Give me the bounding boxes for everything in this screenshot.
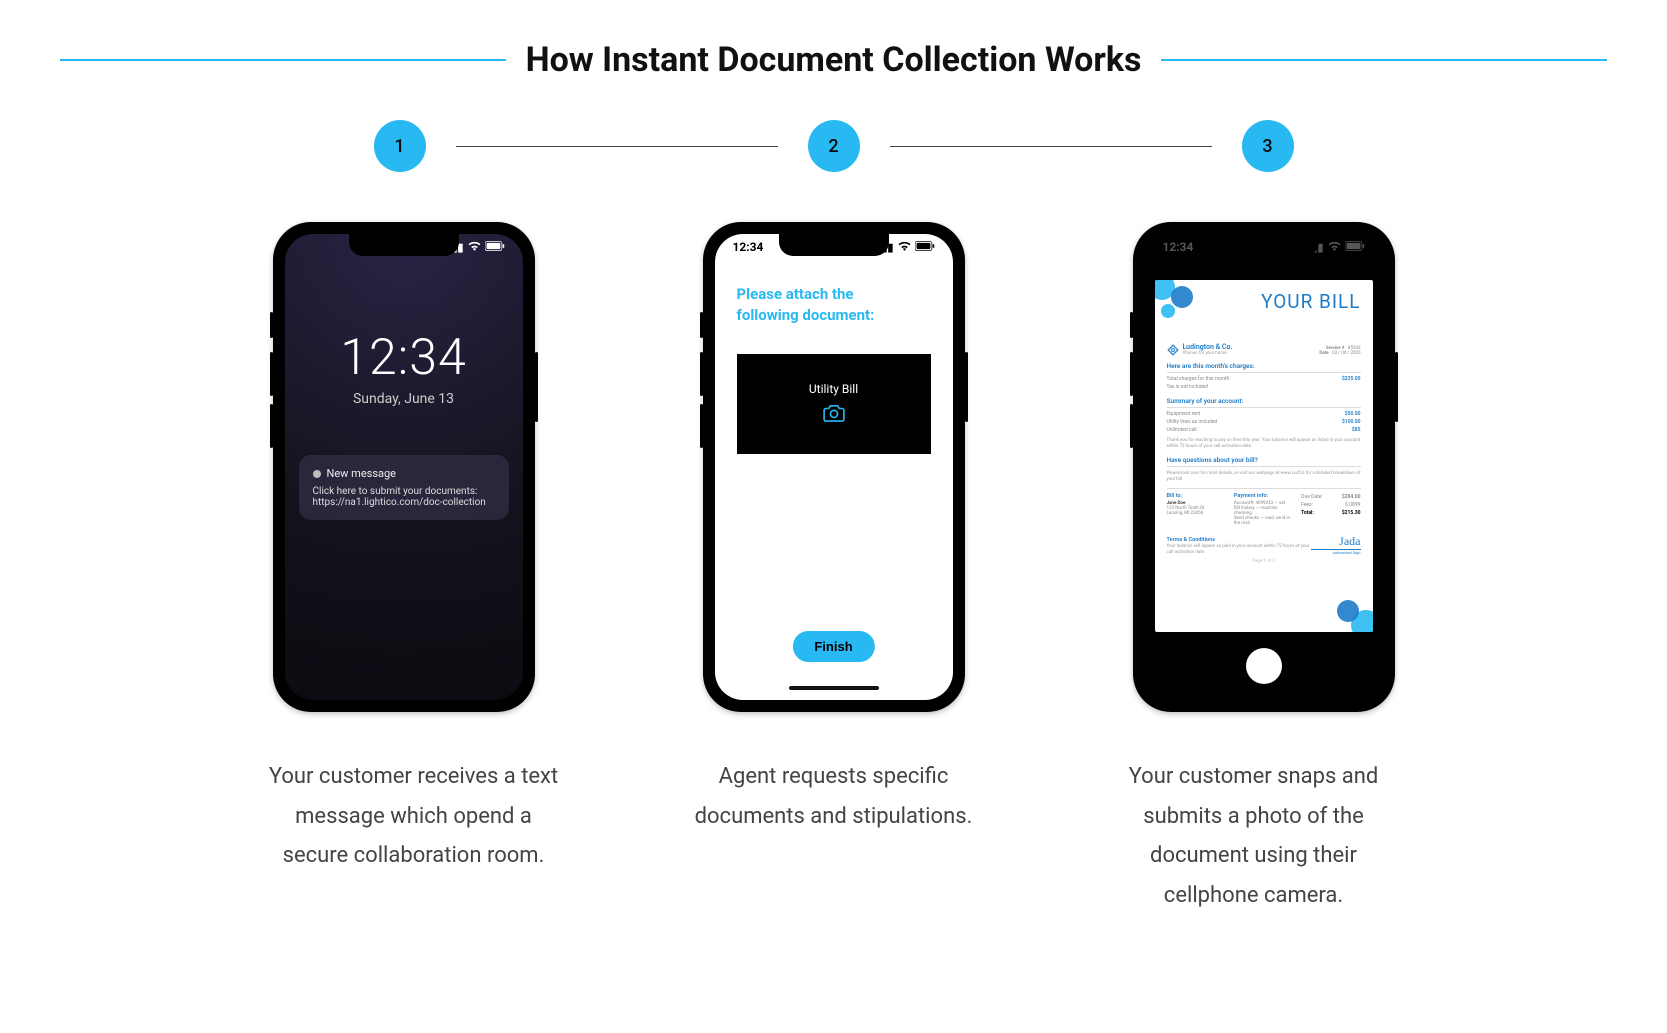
- battery-icon: [915, 241, 935, 254]
- step-badge-3: 3: [1242, 120, 1294, 172]
- phone-3-screen: 12:34 ▮▮▮: [1145, 234, 1383, 700]
- bill-company-tagline: Phones for your home: [1183, 351, 1233, 356]
- payment-info-heading: Payment info:: [1234, 493, 1293, 499]
- bill-payment-info: Payment info: Account#: 4099243 — set Bi…: [1234, 493, 1293, 526]
- bill-row-amount: $100.00: [1342, 419, 1361, 425]
- bill-company-name: Ludington & Co.: [1183, 343, 1233, 351]
- wifi-icon: [468, 241, 481, 254]
- step-3-column: 12:34 ▮▮▮: [1109, 222, 1419, 712]
- prompt-line-1: Please attach the: [737, 284, 931, 305]
- bill-row-label: Total charges for this month: [1167, 376, 1230, 382]
- phone-mockup-1: ▮▮▮ 12:34 Sunday, June 13: [273, 222, 535, 712]
- lock-screen-time-block: 12:34 Sunday, June 13: [285, 234, 523, 407]
- bill-note: Thank you for reaching to pay on time th…: [1167, 438, 1361, 450]
- wifi-icon: [898, 241, 911, 254]
- title-divider-left: [60, 59, 506, 61]
- phone-mockup-2: 12:34 ▮▮▮ Please attach the: [703, 222, 965, 712]
- bill-company: Ludington & Co. Phones for your home: [1167, 343, 1233, 356]
- bill-row-amount: $50.00: [1345, 411, 1361, 417]
- camera-icon: [823, 404, 845, 426]
- step-1-caption: Your customer receives a text message wh…: [264, 757, 564, 915]
- payment-info-line: Bill history — machine checking: [1234, 506, 1293, 516]
- bill-to-heading: Bill to:: [1167, 493, 1226, 499]
- title-row: How Instant Document Collection Works: [60, 40, 1607, 80]
- payment-info-line: Send checks — mail, send in the mail: [1234, 516, 1293, 526]
- bill-row-label: Utility lines as included: [1167, 419, 1218, 425]
- notification-body-text: Click here to submit your documents:: [313, 486, 495, 497]
- due-value: $284.00: [1342, 494, 1361, 500]
- phone-mockup-3: 12:34 ▮▮▮: [1133, 222, 1395, 712]
- notification-title: New message: [313, 467, 495, 480]
- status-time: [303, 240, 306, 254]
- step-3-caption: Your customer snaps and submits a photo …: [1104, 757, 1404, 915]
- notification-app-icon: [313, 470, 321, 478]
- bill-row-label: Equipment rent: [1167, 411, 1201, 417]
- bill-decoration-top: [1155, 280, 1215, 320]
- phone-1-screen: ▮▮▮ 12:34 Sunday, June 13: [285, 234, 523, 700]
- bill-row-amount: $85: [1352, 427, 1361, 433]
- signature-icon: Jada: [1311, 534, 1361, 550]
- home-indicator: [789, 686, 879, 690]
- status-time: 12:34: [1163, 240, 1194, 254]
- bill-section-summary: Summary of your account:: [1167, 397, 1361, 408]
- terms-heading: Terms & Conditions: [1167, 537, 1311, 543]
- due-label: Due Date:: [1301, 494, 1322, 500]
- lock-screen-time: 12:34: [285, 329, 523, 387]
- bill-section-questions: Have questions about your bill?: [1167, 456, 1361, 467]
- bill-section-charges: Here are this month's charges:: [1167, 362, 1361, 373]
- bill-decoration-bottom: [1313, 582, 1373, 632]
- bill-questions-note: Please look over for more details, or vi…: [1167, 471, 1361, 483]
- total-value: $215.30: [1342, 510, 1361, 516]
- bill-date-label: Date: [1319, 351, 1328, 356]
- phone-notch: [349, 234, 459, 256]
- camera-shutter-button[interactable]: [1246, 648, 1282, 684]
- wifi-icon: [1328, 241, 1341, 254]
- status-time: 12:34: [733, 240, 764, 254]
- phone-notch: [779, 234, 889, 256]
- bill-totals: Due Date: $284.00 Fees: $.0899 Total: $215.…: [1301, 493, 1360, 526]
- document-name-label: Utility Bill: [809, 382, 858, 396]
- bill-bill-to: Bill to: Jane Doe 125 North Tenth St. La…: [1167, 493, 1226, 526]
- phone-notch: [1209, 234, 1319, 256]
- bill-row-label: Unlimited call: [1167, 427, 1197, 433]
- battery-icon: [1345, 241, 1365, 254]
- prompt-line-2: following document:: [737, 305, 931, 326]
- bill-row-amount: $235.00: [1342, 376, 1361, 382]
- notification-card[interactable]: New message Click here to submit your do…: [299, 455, 509, 520]
- step-2-column: 12:34 ▮▮▮ Please attach the: [679, 222, 989, 712]
- bill-page-indicator: Page 1 of 2: [1167, 559, 1361, 564]
- page-title: How Instant Document Collection Works: [526, 40, 1142, 80]
- step-badge-1: 1: [374, 120, 426, 172]
- terms-note: Your balance will appear as paid in your…: [1167, 544, 1311, 556]
- signature-label: Authorized Sign: [1311, 550, 1361, 555]
- bill-document-preview: YOUR BILL Ludington & Co. Phones for you…: [1155, 280, 1373, 632]
- fees-value: $.0899: [1345, 502, 1360, 508]
- finish-button[interactable]: Finish: [792, 631, 874, 662]
- title-divider-right: [1161, 59, 1607, 61]
- step-badge-2: 2: [808, 120, 860, 172]
- phone-2-screen: 12:34 ▮▮▮ Please attach the: [715, 234, 953, 700]
- total-label: Total:: [1301, 510, 1314, 516]
- bill-date-value: 03 / 04 / 2020: [1332, 351, 1360, 356]
- bill-to-line: Lansing, MI 23456: [1167, 511, 1226, 516]
- document-upload-area[interactable]: Utility Bill: [737, 354, 931, 454]
- step-indicator-row: 1 2 3: [374, 120, 1294, 172]
- notification-title-text: New message: [327, 467, 397, 480]
- battery-icon: [485, 241, 505, 254]
- bill-row-label: Tax is not included: [1167, 384, 1209, 390]
- lock-screen-date: Sunday, June 13: [285, 391, 523, 407]
- notification-link: https://na1.lightico.com/doc-collection: [313, 497, 495, 508]
- step-connector: [890, 146, 1212, 147]
- step-connector: [456, 146, 778, 147]
- fees-label: Fees:: [1301, 502, 1313, 508]
- phones-row: ▮▮▮ 12:34 Sunday, June 13: [60, 222, 1607, 712]
- step-2-caption: Agent requests specific documents and st…: [684, 757, 984, 915]
- step-1-column: ▮▮▮ 12:34 Sunday, June 13: [249, 222, 559, 712]
